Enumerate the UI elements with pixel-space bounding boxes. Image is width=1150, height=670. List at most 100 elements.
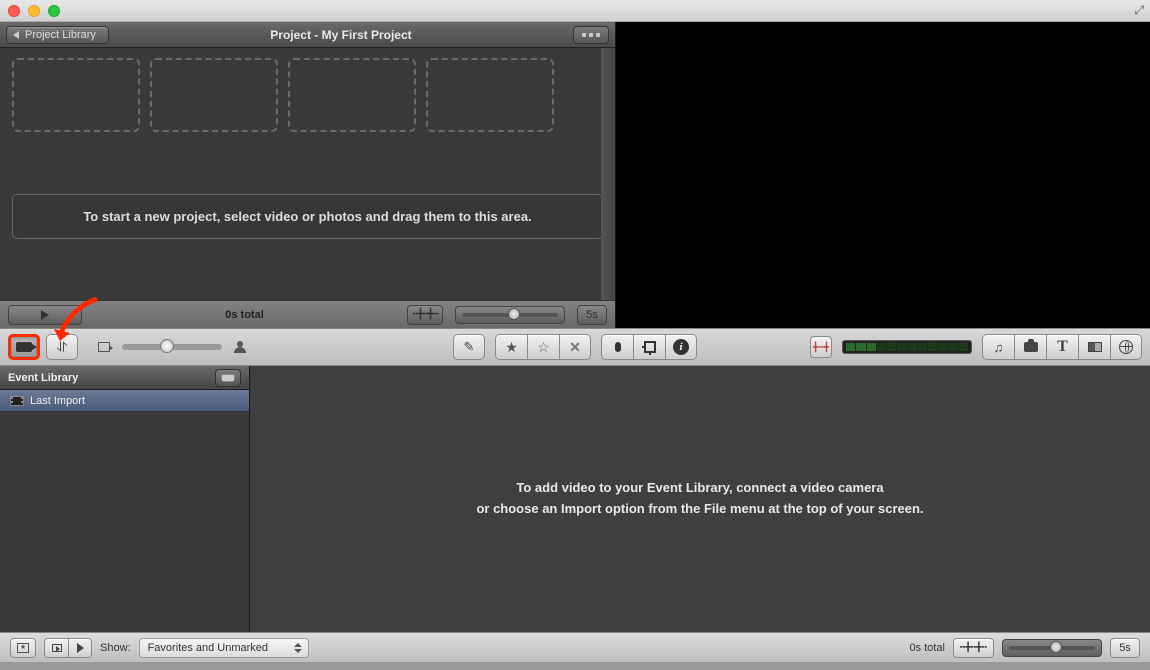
clip-placeholder (426, 58, 554, 132)
transition-icon (1088, 342, 1102, 352)
upper-pane: Project Library Project - My First Proje… (0, 22, 1150, 328)
event-zoom-slider[interactable] (1002, 639, 1102, 657)
project-zoom-slider[interactable] (455, 306, 565, 324)
crop-icon (644, 341, 656, 353)
single-frame-icon (98, 342, 110, 352)
lower-pane: Event Library Last Import To add video t… (0, 366, 1150, 632)
keyword-tool-button[interactable]: ✎ (453, 334, 485, 360)
zoom-window-button[interactable] (48, 5, 60, 17)
photo-browser-button[interactable] (1014, 334, 1046, 360)
play-icon (41, 310, 49, 320)
swap-icon: ⥯ (57, 339, 67, 356)
slider-thumb[interactable] (508, 308, 520, 320)
hard-disk-icon (221, 374, 235, 382)
play-icon (77, 643, 84, 653)
project-scrollbar[interactable] (601, 48, 615, 300)
event-browser-area[interactable]: To add video to your Event Library, conn… (250, 366, 1150, 632)
project-duration-label: 0s total (94, 309, 395, 321)
clip-placeholder (12, 58, 140, 132)
fullscreen-icon[interactable]: ⤢ (1134, 3, 1144, 18)
disk-view-button[interactable] (215, 369, 241, 387)
swap-layout-button[interactable]: ⥯ (46, 334, 78, 360)
close-window-button[interactable] (8, 5, 20, 17)
right-toolbar-group: ╋╍╋ ♫ T (810, 334, 1142, 360)
edit-toolbar-group: i (601, 334, 697, 360)
transitions-browser-button[interactable] (1078, 334, 1110, 360)
voiceover-button[interactable] (601, 334, 633, 360)
event-library-sidebar: Event Library Last Import (0, 366, 250, 632)
clip-placeholders (12, 58, 603, 132)
filter-select[interactable]: Favorites and Unmarked (139, 638, 309, 658)
microphone-icon (615, 342, 621, 352)
inspector-button[interactable]: i (665, 334, 697, 360)
titles-browser-button[interactable]: T (1046, 334, 1078, 360)
toggle-favorites-button[interactable] (10, 638, 36, 658)
waveform-icon: ╍╋╍╋╍ (960, 642, 987, 653)
maps-browser-button[interactable] (1110, 334, 1142, 360)
play-event-button[interactable] (68, 638, 92, 658)
play-project-button[interactable] (8, 305, 82, 325)
window-titlebar: ⤢ (0, 0, 1150, 22)
mark-favorite-button[interactable]: ★ (495, 334, 527, 360)
slider-thumb[interactable] (160, 339, 174, 353)
info-icon: i (673, 339, 689, 355)
minimize-window-button[interactable] (28, 5, 40, 17)
music-note-icon: ♫ (994, 340, 1004, 355)
preview-viewer[interactable] (616, 22, 1150, 328)
music-browser-button[interactable]: ♫ (982, 334, 1014, 360)
waveform-icon: ╍╋╍╋╍ (412, 309, 437, 320)
crop-button[interactable] (633, 334, 665, 360)
event-library-title: Event Library (8, 372, 215, 384)
star-filled-icon: ★ (505, 339, 518, 356)
play-button-group (44, 638, 92, 658)
thumbnail-size-slider[interactable] (122, 344, 222, 350)
clip-placeholder (150, 58, 278, 132)
event-waveform-toggle[interactable]: ╍╋╍╋╍ (953, 638, 994, 658)
unmark-button[interactable]: ☆ (527, 334, 559, 360)
show-label: Show: (100, 642, 131, 654)
waveform-icon: ╋╍╋ (813, 342, 829, 353)
center-toolbar-group: ✎ ★ ☆ ✕ i (453, 334, 697, 360)
project-panel: Project Library Project - My First Proje… (0, 22, 616, 328)
bottom-right-controls: 0s total ╍╋╍╋╍ 5s (909, 638, 1140, 658)
slider-thumb[interactable] (1050, 641, 1062, 653)
audio-level-meter (842, 340, 972, 354)
project-header: Project Library Project - My First Proje… (0, 22, 615, 48)
filter-value: Favorites and Unmarked (148, 642, 268, 654)
favorite-toolbar-group: ★ ☆ ✕ (495, 334, 591, 360)
star-outline-icon: ☆ (537, 339, 550, 356)
play-fullscreen-button[interactable] (44, 638, 68, 658)
video-camera-icon (16, 342, 32, 352)
project-timeline-area[interactable]: To start a new project, select video or … (0, 48, 615, 300)
play-fullscreen-icon (52, 644, 62, 652)
person-icon (234, 341, 246, 353)
event-item-label: Last Import (30, 395, 85, 407)
camera-icon (1024, 342, 1038, 352)
filmstrip-icon (10, 396, 24, 406)
tag-icon: ✎ (464, 339, 475, 355)
bottom-toolbar: Show: Favorites and Unmarked 0s total ╍╋… (0, 632, 1150, 662)
main-toolbar: ⥯ ✎ ★ ☆ ✕ i ╋╍╋ ♫ T (0, 328, 1150, 366)
event-duration-label: 0s total (909, 642, 944, 654)
project-library-button[interactable]: Project Library (6, 26, 109, 44)
clip-placeholder (288, 58, 416, 132)
x-icon: ✕ (569, 339, 581, 356)
event-item-last-import[interactable]: Last Import (0, 390, 249, 412)
project-drop-hint: To start a new project, select video or … (12, 194, 603, 239)
star-toggle-icon (17, 643, 29, 653)
text-icon: T (1057, 338, 1068, 356)
globe-icon (1119, 340, 1133, 354)
event-library-header: Event Library (0, 366, 249, 390)
reject-button[interactable]: ✕ (559, 334, 591, 360)
import-camera-button[interactable] (8, 334, 40, 360)
project-title: Project - My First Project (109, 28, 573, 42)
event-browser-hint: To add video to your Event Library, conn… (476, 478, 923, 520)
audio-meter-toggle[interactable]: ╋╍╋ (810, 336, 832, 358)
project-footer: 0s total ╍╋╍╋╍ 5s (0, 300, 615, 328)
event-zoom-value: 5s (1110, 638, 1140, 658)
project-zoom-value: 5s (577, 305, 607, 325)
traffic-lights (8, 5, 60, 17)
audio-waveform-toggle[interactable]: ╍╋╍╋╍ (407, 305, 443, 325)
media-browser-group: ♫ T (982, 334, 1142, 360)
project-view-options-button[interactable] (573, 26, 609, 44)
